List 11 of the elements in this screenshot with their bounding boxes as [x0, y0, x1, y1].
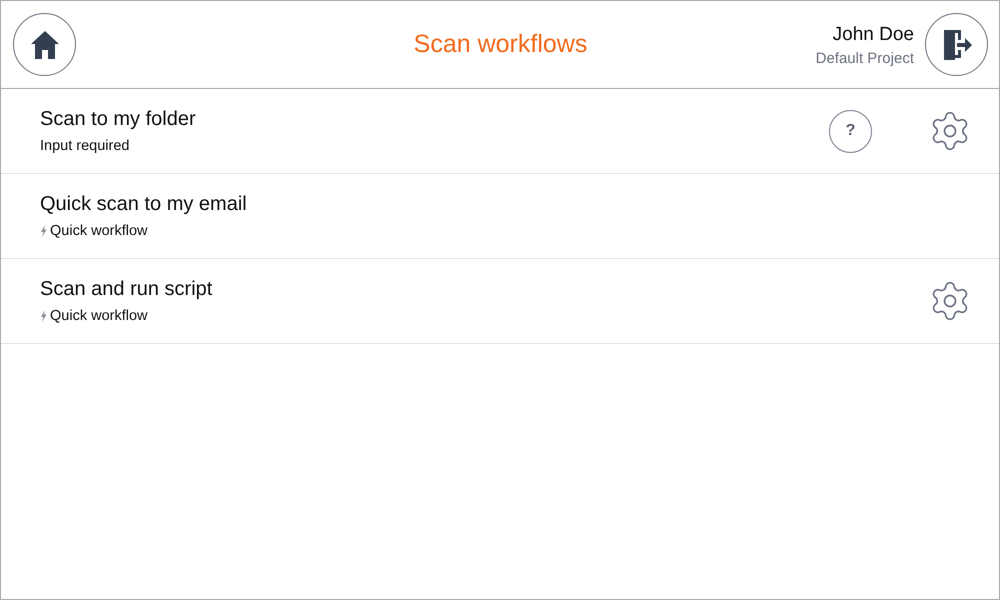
project-name: Default Project — [816, 50, 914, 67]
workflow-title[interactable]: Scan to my folder — [40, 108, 196, 131]
workflow-title[interactable]: Scan and run script — [40, 278, 212, 301]
workflow-status: Quick workflow — [50, 308, 148, 324]
workflow-status: Quick workflow — [50, 223, 148, 239]
user-name: John Doe — [832, 24, 914, 46]
workflow-status: Input required — [40, 138, 130, 154]
home-icon — [30, 30, 60, 60]
workflow-title[interactable]: Quick scan to my email — [40, 193, 247, 216]
page-title: Scan workflows — [414, 30, 588, 59]
help-button[interactable]: ? — [829, 110, 872, 152]
